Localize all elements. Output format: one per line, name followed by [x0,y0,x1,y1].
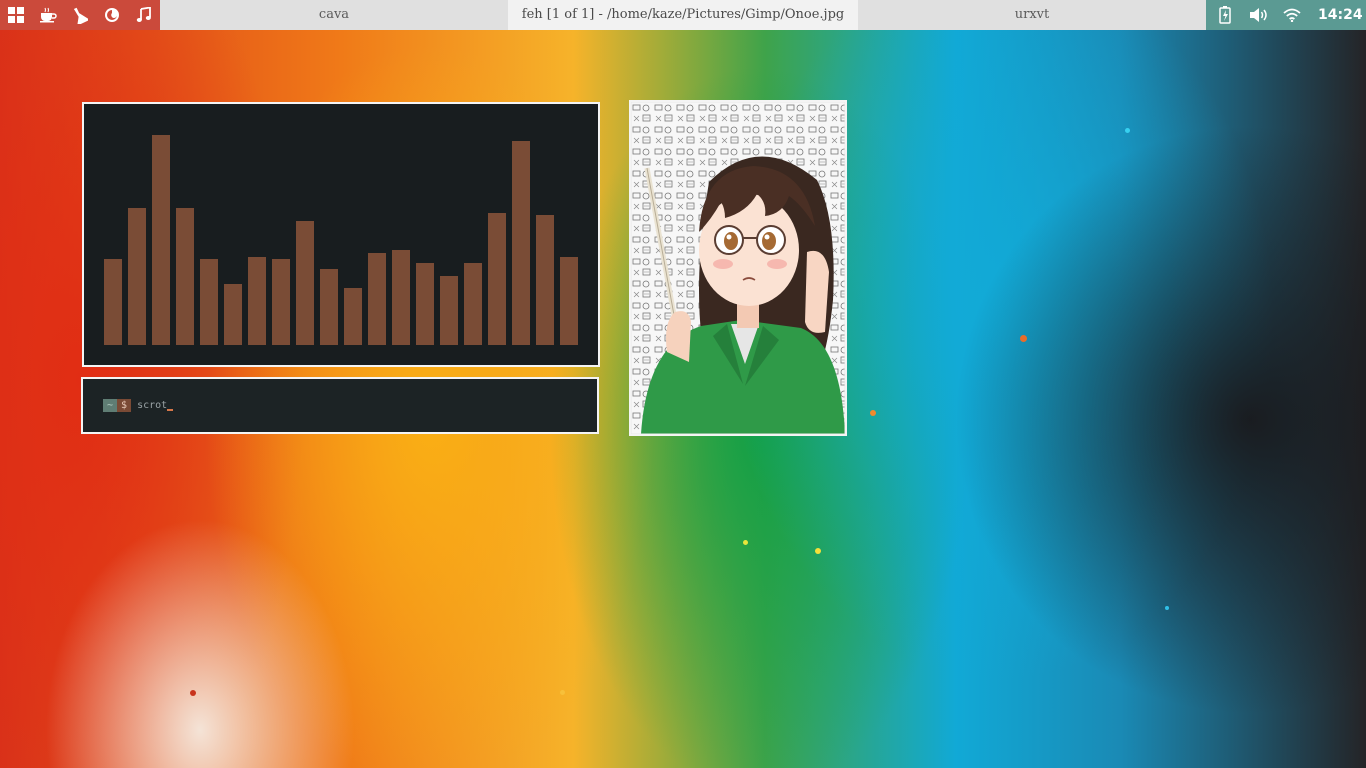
battery-charging-icon[interactable] [1206,0,1244,30]
volume-icon[interactable] [1244,0,1274,30]
urxvt-window[interactable]: ~ $ scrot [81,377,599,434]
apps-grid-icon[interactable] [0,0,32,30]
cava-bar [320,269,338,345]
cava-bar [272,259,290,345]
cava-window[interactable] [82,102,600,367]
firefox-icon[interactable] [96,0,128,30]
cava-bar [296,221,314,345]
cava-bar [560,257,578,345]
prompt-directory: ~ [103,399,118,412]
app-launcher [0,0,160,30]
cava-bar [152,135,170,345]
cava-bar [416,263,434,345]
task-feh[interactable]: feh [1 of 1] - /home/kaze/Pictures/Gimp/… [508,0,858,30]
cava-bar [344,288,362,345]
cava-bar [392,250,410,345]
coffee-cup-icon[interactable] [32,0,64,30]
cava-bar [104,259,122,345]
cava-bar [176,208,194,345]
system-tray: 14:24 [1206,0,1366,30]
top-panel: cava feh [1 of 1] - /home/kaze/Pictures/… [0,0,1366,30]
task-cava[interactable]: cava [160,0,508,30]
flask-icon[interactable] [64,0,96,30]
clock[interactable]: 14:24 [1318,7,1363,23]
cava-visualizer [104,135,578,345]
anime-girl-image [631,102,845,434]
text-cursor [167,408,174,411]
prompt-symbol: $ [117,399,132,412]
cava-bar [512,141,530,345]
cava-bar [224,284,242,345]
cava-bar [464,263,482,345]
cava-bar [440,276,458,345]
cava-bar [368,253,386,345]
wifi-icon[interactable] [1274,0,1310,30]
cava-bar [248,257,266,345]
feh-image-window[interactable] [629,100,847,436]
cava-bar [200,259,218,345]
cava-bar [536,215,554,345]
shell-prompt: ~ $ scrot [103,399,174,412]
command-text: scrot [137,400,168,411]
task-urxvt[interactable]: urxvt [858,0,1206,30]
music-note-icon[interactable] [128,0,160,30]
cava-bar [128,208,146,345]
cava-bar [488,213,506,345]
